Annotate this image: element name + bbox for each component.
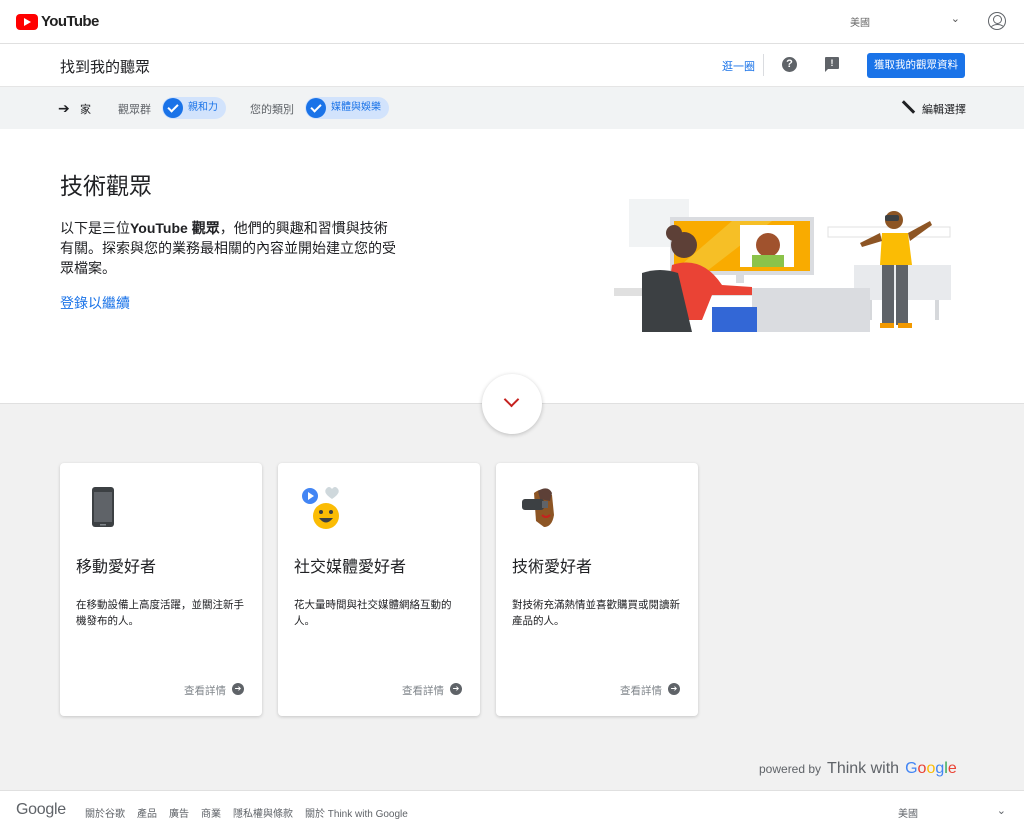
audience-chip[interactable]: 親和力	[162, 97, 226, 119]
footer-links: 關於谷歌 產品 廣告 商業 隱私權與條款 關於 Think with Googl…	[85, 805, 408, 820]
view-details-link[interactable]: 查看詳情	[402, 683, 444, 698]
card-title: 技術愛好者	[512, 559, 593, 576]
edit-selection-button[interactable]: 編輯選擇	[922, 101, 966, 117]
hero-section: 技術觀眾 以下是三位YouTube 觀眾，他們的興趣和習慣與技術有關。探索與您的…	[0, 129, 1024, 404]
arrow-circle-right-icon[interactable]: ➔	[450, 683, 462, 695]
youtube-logo[interactable]: YouTube	[16, 13, 99, 30]
account-icon[interactable]	[988, 12, 1006, 30]
persona-card[interactable]: 社交媒體愛好者 花大量時間與社交媒體網絡互動的人。 查看詳情 ➔	[278, 463, 480, 716]
think-with-label: Think with	[827, 760, 900, 777]
footer-link-about-think[interactable]: 關於 Think with Google	[305, 805, 408, 820]
feedback-icon[interactable]: !	[825, 57, 839, 72]
check-icon	[163, 98, 183, 118]
footer-link-business[interactable]: 商業	[201, 805, 221, 820]
youtube-wordmark: YouTube	[41, 13, 99, 30]
category-chip-label: 媒體與娛樂	[331, 102, 381, 113]
expand-chevron-button[interactable]	[482, 374, 542, 434]
country-select[interactable]: 美國 ⌄	[850, 13, 960, 29]
login-link[interactable]: 登錄以繼續	[60, 293, 130, 313]
check-icon	[306, 98, 326, 118]
footer-country-value: 美國	[898, 809, 918, 820]
pencil-icon[interactable]	[902, 100, 916, 114]
hero-desc-bold: YouTube 觀眾	[130, 220, 220, 236]
smartphone-icon	[92, 487, 114, 527]
card-description: 花大量時間與社交媒體網絡互動的人。	[294, 599, 452, 627]
arrow-circle-right-icon[interactable]: ➔	[232, 683, 244, 695]
persona-card[interactable]: 移動愛好者 在移動設備上高度活躍，並關注新手機發布的人。 查看詳情 ➔	[60, 463, 262, 716]
social-media-icon	[302, 487, 339, 529]
audience-filter-label: 觀眾群	[118, 104, 151, 116]
card-description: 對技術充滿熱情並喜歡購買或閱讀新產品的人。	[512, 599, 680, 627]
powered-by-think-with-google[interactable]: powered by Think with Google	[759, 760, 957, 778]
hero-desc-prefix: 以下是三位	[60, 220, 130, 236]
hero-title: 技術觀眾	[60, 173, 152, 199]
hero-description: 以下是三位YouTube 觀眾，他們的興趣和習慣與技術有關。探索與您的業務最相關…	[60, 218, 400, 278]
page-header: 找到我的聽眾 逛一圈 ? ! 獲取我的觀眾資料	[0, 44, 1024, 87]
footer-country-select[interactable]: 美國 ⌄	[898, 805, 1008, 820]
footer-link-about-google[interactable]: 關於谷歌	[85, 805, 125, 820]
arrow-circle-right-icon[interactable]: ➔	[668, 683, 680, 695]
persona-card[interactable]: 技術愛好者 對技術充滿熱情並喜歡購買或閱讀新產品的人。 查看詳情 ➔	[496, 463, 698, 716]
country-select-value: 美國	[850, 18, 870, 29]
card-description: 在移動設備上高度活躍，並關注新手機發布的人。	[76, 599, 244, 627]
page-title: 找到我的聽眾	[60, 59, 151, 76]
google-wordmark: Google	[905, 760, 957, 777]
powered-by-label: powered by	[759, 762, 822, 776]
arrow-right-icon[interactable]: ➔	[58, 100, 70, 117]
youtube-play-icon	[16, 13, 38, 30]
video-call-illustration	[614, 199, 951, 332]
footer-link-products[interactable]: 產品	[137, 805, 157, 820]
google-logo[interactable]: Google	[16, 801, 66, 819]
filter-bar: ➔ 家 觀眾群 親和力 您的類別 媒體與娛樂 編輯選擇	[0, 87, 1024, 129]
audience-chip-label: 親和力	[188, 102, 218, 113]
divider	[763, 54, 764, 76]
chevron-down-icon: ⌄	[950, 13, 960, 25]
tour-link[interactable]: 逛一圈	[722, 58, 755, 74]
get-audience-data-button[interactable]: 獲取我的觀眾資料	[867, 53, 965, 78]
top-bar: YouTube 美國 ⌄	[0, 0, 1024, 44]
view-details-link[interactable]: 查看詳情	[184, 683, 226, 698]
category-chip[interactable]: 媒體與娛樂	[305, 97, 389, 119]
footer: Google 關於谷歌 產品 廣告 商業 隱私權與條款 關於 Think wit…	[0, 790, 1024, 831]
category-filter-label: 您的類別	[250, 104, 294, 116]
footer-link-privacy-terms[interactable]: 隱私權與條款	[233, 805, 293, 820]
card-title: 社交媒體愛好者	[294, 559, 407, 576]
help-icon[interactable]: ?	[782, 57, 797, 72]
chevron-down-icon: ⌄	[996, 805, 1006, 817]
footer-link-advertising[interactable]: 廣告	[169, 805, 189, 820]
breadcrumb-home[interactable]: 家	[80, 101, 91, 117]
vr-headset-icon	[522, 488, 554, 527]
view-details-link[interactable]: 查看詳情	[620, 683, 662, 698]
card-title: 移動愛好者	[76, 559, 157, 576]
